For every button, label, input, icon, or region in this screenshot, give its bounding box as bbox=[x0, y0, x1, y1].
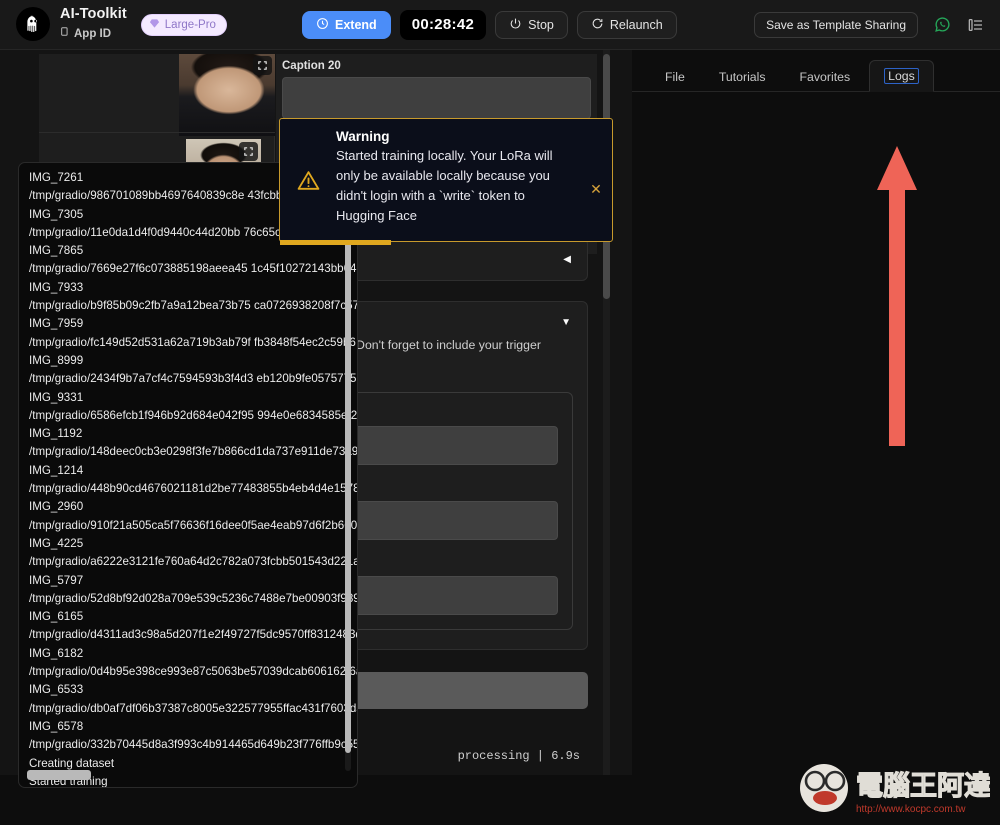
warning-text-block: Warning Started training locally. Your L… bbox=[336, 119, 580, 241]
svg-text:電腦王阿達: 電腦王阿達 bbox=[856, 771, 990, 801]
log-line: /tmp/gradio/910f21a505ca5f76636f16dee0f5… bbox=[29, 517, 357, 535]
expand-icon[interactable] bbox=[239, 142, 258, 161]
warning-message: Started training locally. Your LoRa will… bbox=[336, 146, 568, 226]
log-line: IMG_6165 bbox=[29, 608, 357, 626]
tab-tutorials[interactable]: Tutorials bbox=[704, 62, 781, 92]
copy-icon[interactable] bbox=[60, 25, 70, 42]
list-menu-icon[interactable] bbox=[966, 15, 986, 35]
log-line: /tmp/gradio/b9f85b09c2fb7a9a12bea73b75 c… bbox=[29, 297, 357, 315]
refresh-icon bbox=[591, 17, 604, 33]
log-line: /tmp/gradio/52d8bf92d028a709e539c5236c74… bbox=[29, 590, 357, 608]
logs-console[interactable]: IMG_7261/tmp/gradio/986701089bb469764083… bbox=[18, 162, 358, 788]
log-line: /tmp/gradio/a6222e3121fe760a64d2c782a073… bbox=[29, 553, 357, 571]
warning-triangle-icon bbox=[280, 119, 336, 241]
caption-label: Caption 20 bbox=[276, 54, 597, 72]
warning-toast: Warning Started training locally. Your L… bbox=[279, 118, 613, 242]
app-id-label: App ID bbox=[74, 28, 111, 40]
logs-horizontal-scrollbar-thumb[interactable] bbox=[27, 770, 91, 780]
warning-title: Warning bbox=[336, 129, 580, 144]
power-icon bbox=[509, 17, 522, 33]
log-line: IMG_1214 bbox=[29, 462, 357, 480]
processing-status: processing | 6.9s bbox=[458, 749, 580, 763]
session-timer: 00:28:42 bbox=[400, 10, 486, 40]
relaunch-button-label: Relaunch bbox=[610, 18, 663, 32]
log-line: /tmp/gradio/148deec0cb3e0298f3fe7b866cd1… bbox=[29, 443, 357, 461]
gem-icon bbox=[149, 18, 160, 32]
caption-input[interactable] bbox=[282, 77, 591, 119]
extend-button-label: Extend bbox=[335, 18, 377, 32]
logs-content: IMG_7261/tmp/gradio/986701089bb469764083… bbox=[19, 163, 357, 788]
stop-button-label: Stop bbox=[528, 18, 554, 32]
expand-icon[interactable] bbox=[253, 56, 272, 75]
tab-tutorials-label: Tutorials bbox=[719, 70, 766, 84]
plan-badge: Large-Pro bbox=[141, 14, 227, 36]
body-area: Caption 20 C ◢ Warning Started training … bbox=[0, 50, 1000, 775]
tab-favorites-label: Favorites bbox=[800, 70, 851, 84]
app-name-block: AI-Toolkit App ID bbox=[60, 7, 127, 42]
log-line: /tmp/gradio/fc149d52d531a62a719b3ab79f f… bbox=[29, 334, 357, 352]
log-line: IMG_1192 bbox=[29, 425, 357, 443]
log-line: IMG_6182 bbox=[29, 645, 357, 663]
log-line: /tmp/gradio/7669e27f6c073885198aeea45 1c… bbox=[29, 260, 357, 278]
log-line: IMG_8999 bbox=[29, 352, 357, 370]
log-line: /tmp/gradio/db0af7df06b37387c8005e322577… bbox=[29, 700, 357, 718]
log-line: IMG_9331 bbox=[29, 389, 357, 407]
log-line: IMG_2960 bbox=[29, 498, 357, 516]
save-as-template-button[interactable]: Save as Template Sharing bbox=[754, 12, 918, 38]
relaunch-button[interactable]: Relaunch bbox=[577, 11, 677, 39]
grid-divider bbox=[39, 132, 275, 133]
tab-favorites[interactable]: Favorites bbox=[785, 62, 866, 92]
side-panel: File Tutorials Favorites Logs bbox=[632, 50, 1000, 775]
header-right-actions: Save as Template Sharing bbox=[754, 12, 986, 38]
ai-toolkit-logo-icon bbox=[16, 7, 50, 41]
warning-progress-bar bbox=[280, 240, 391, 245]
whatsapp-icon[interactable] bbox=[932, 15, 952, 35]
log-line: /tmp/gradio/2434f9b7a7cf4c7594593b3f4d3 … bbox=[29, 370, 357, 388]
clock-icon bbox=[316, 17, 329, 33]
logs-vertical-scrollbar-thumb[interactable] bbox=[345, 183, 351, 753]
tab-logs-label: Logs bbox=[884, 68, 919, 84]
chevron-left-icon[interactable]: ◀ bbox=[563, 254, 571, 265]
tab-file[interactable]: File bbox=[650, 62, 700, 92]
plan-badge-label: Large-Pro bbox=[165, 19, 216, 31]
log-line: IMG_4225 bbox=[29, 535, 357, 553]
brand-area: AI-Toolkit App ID bbox=[16, 7, 127, 42]
log-line: IMG_7933 bbox=[29, 279, 357, 297]
chevron-down-icon[interactable]: ▼ bbox=[561, 317, 571, 328]
side-panel-tabs: File Tutorials Favorites Logs bbox=[632, 50, 1000, 92]
log-line: IMG_7959 bbox=[29, 315, 357, 333]
log-line: IMG_6578 bbox=[29, 718, 357, 736]
log-line: IMG_5797 bbox=[29, 572, 357, 590]
extend-button[interactable]: Extend bbox=[302, 11, 391, 39]
svg-text:http://www.kocpc.com.tw: http://www.kocpc.com.tw bbox=[856, 804, 966, 815]
app-header: AI-Toolkit App ID Large-Pro Ext bbox=[0, 0, 1000, 50]
log-line: /tmp/gradio/6586efcb1f946b92d684e042f95 … bbox=[29, 407, 357, 425]
stop-button[interactable]: Stop bbox=[495, 11, 568, 39]
log-line: /tmp/gradio/448b90cd4676021181d2be774838… bbox=[29, 480, 357, 498]
log-line: IMG_6533 bbox=[29, 681, 357, 699]
session-controls: Extend 00:28:42 Stop Relaunch bbox=[302, 10, 677, 40]
app-title: AI-Toolkit bbox=[60, 7, 127, 22]
log-line: /tmp/gradio/d4311ad3c98a5d207f1e2f49727f… bbox=[29, 626, 357, 644]
log-line: /tmp/gradio/0d4b95e398ce993e87c5063be570… bbox=[29, 663, 357, 681]
tab-file-label: File bbox=[665, 70, 685, 84]
close-icon[interactable]: ✕ bbox=[580, 119, 612, 241]
log-line: /tmp/gradio/332b70445d8a3f993c4b914465d6… bbox=[29, 736, 357, 754]
tab-logs[interactable]: Logs bbox=[869, 60, 934, 92]
